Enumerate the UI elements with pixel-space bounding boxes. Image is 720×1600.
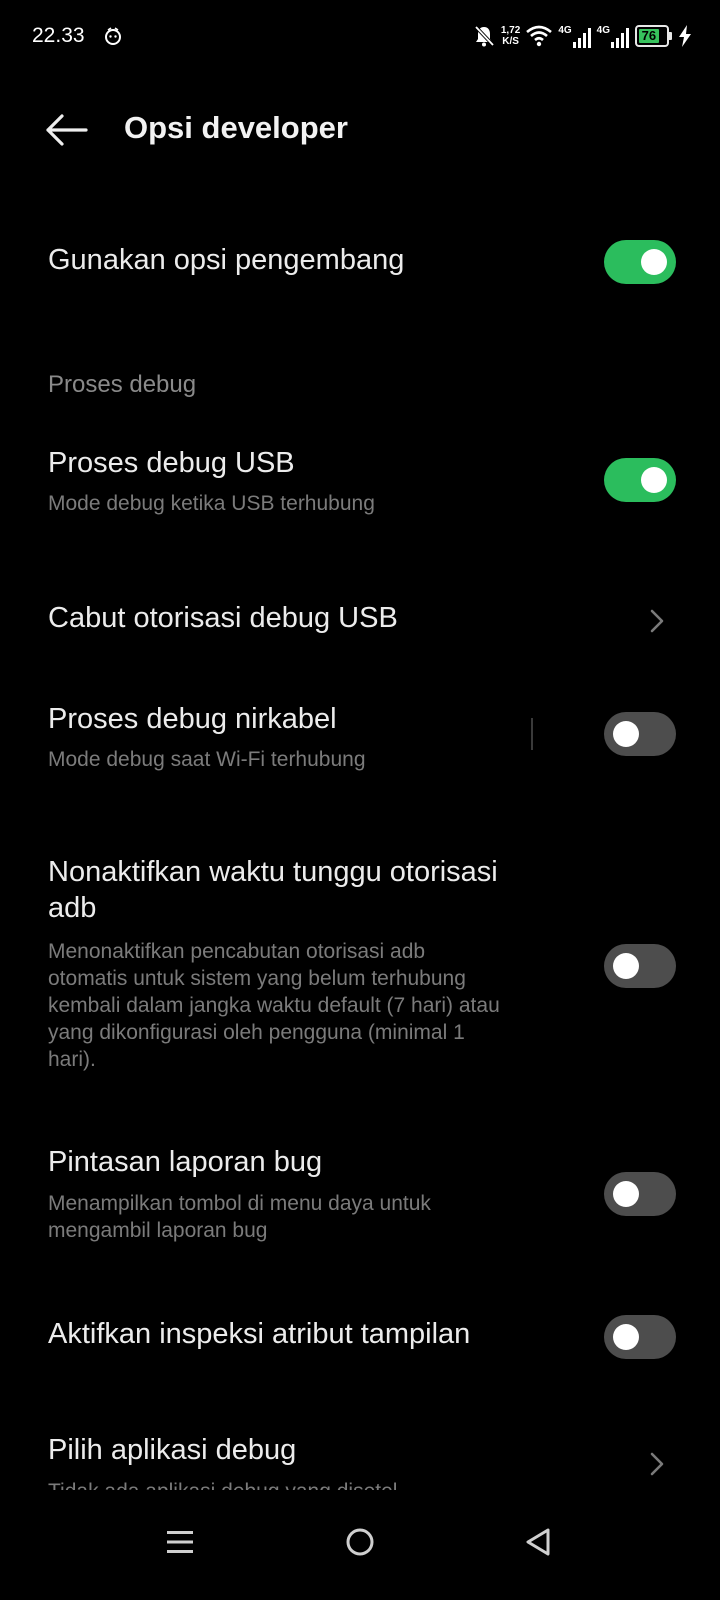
- network-type-2: 4G: [596, 24, 610, 36]
- toggle-knob: [641, 249, 667, 275]
- status-bar: 22.33 1,72 K/S 4G 4G 76: [0, 0, 720, 74]
- wireless-debugging-toggle[interactable]: [604, 712, 676, 756]
- setting-title: Aktifkan inspeksi atribut tampilan: [48, 1318, 471, 1350]
- signal-icon: [572, 27, 591, 48]
- battery-body: 76: [635, 25, 669, 47]
- setting-subtitle-line: hari).: [48, 1048, 96, 1071]
- signal-sim2: 4G: [597, 25, 629, 48]
- setting-adb-auth-timeout[interactable]: Nonaktifkan waktu tunggu otorisasi adb M…: [0, 854, 720, 1080]
- setting-title: Pintasan laporan bug: [48, 1146, 323, 1178]
- setting-select-debug-app[interactable]: Pilih aplikasi debug Tidak ada aplikasi …: [0, 1432, 720, 1492]
- recents-button[interactable]: [150, 1512, 210, 1572]
- nav-back-button[interactable]: [508, 1512, 568, 1572]
- setting-subtitle-line: Menampilkan tombol di menu daya untuk: [48, 1192, 431, 1215]
- toggle-knob: [613, 953, 639, 979]
- speed-value: 1,72: [500, 25, 521, 36]
- back-triangle-icon: [526, 1528, 550, 1556]
- page-title: Opsi developer: [124, 110, 348, 145]
- status-icons: 1,72 K/S 4G 4G 76: [473, 20, 692, 52]
- setting-title: Proses debug USB: [48, 447, 295, 479]
- speed-unit: K/S: [502, 36, 519, 47]
- section-label-debug: Proses debug: [48, 371, 197, 398]
- network-type-1: 4G: [558, 24, 572, 36]
- usb-debugging-toggle[interactable]: [604, 458, 676, 502]
- back-button[interactable]: [40, 104, 92, 156]
- battery-level: 76: [639, 29, 659, 43]
- setting-title-line-2: adb: [48, 892, 97, 924]
- setting-subtitle-line: Menonaktifkan pencabutan otorisasi adb: [48, 940, 426, 963]
- toggle-knob: [641, 467, 667, 493]
- battery-cap: [669, 32, 672, 40]
- mute-bell-icon: [474, 25, 495, 47]
- home-icon: [346, 1528, 374, 1556]
- home-button[interactable]: [330, 1512, 390, 1572]
- setting-title: Proses debug nirkabel: [48, 703, 337, 735]
- bug-report-toggle[interactable]: [604, 1172, 676, 1216]
- chevron-right-icon: [650, 1452, 664, 1476]
- setting-title: Gunakan opsi pengembang: [48, 244, 405, 276]
- setting-wireless-debugging[interactable]: Proses debug nirkabel Mode debug saat Wi…: [0, 700, 720, 790]
- toggle-knob: [613, 1324, 639, 1350]
- app-header: Opsi developer: [0, 96, 720, 164]
- setting-title-line-1: Nonaktifkan waktu tunggu otorisasi: [48, 856, 498, 888]
- battery-icon: 76: [635, 25, 672, 47]
- setting-developer-options[interactable]: Gunakan opsi pengembang: [0, 226, 720, 296]
- arrow-left-icon: [46, 114, 88, 146]
- chevron-right-icon: [650, 609, 664, 633]
- setting-view-attribute-inspection[interactable]: Aktifkan inspeksi atribut tampilan: [0, 1302, 720, 1372]
- setting-title: Cabut otorisasi debug USB: [48, 602, 398, 634]
- navigation-bar: [0, 1490, 720, 1600]
- vertical-divider: [531, 718, 533, 750]
- adb-timeout-toggle[interactable]: [604, 944, 676, 988]
- setting-subtitle-line: otomatis untuk sistem yang belum terhubu…: [48, 967, 466, 990]
- signal-sim1: 4G: [558, 24, 591, 48]
- view-attribute-toggle[interactable]: [604, 1315, 676, 1359]
- alarm-icon: [105, 27, 121, 45]
- charging-bolt-icon: [679, 25, 691, 47]
- setting-subtitle: Mode debug ketika USB terhubung: [48, 492, 375, 515]
- setting-subtitle-line: yang dikonfigurasi oleh pengguna (minima…: [48, 1021, 465, 1044]
- setting-subtitle: Mode debug saat Wi-Fi terhubung: [48, 748, 366, 771]
- setting-title: Pilih aplikasi debug: [48, 1434, 297, 1466]
- signal-icon: [611, 27, 629, 48]
- wifi-icon: [526, 25, 553, 47]
- toggle-knob: [613, 721, 639, 747]
- setting-subtitle-line: mengambil laporan bug: [48, 1219, 268, 1242]
- setting-subtitle-line: kembali dalam jangka waktu default (7 ha…: [48, 994, 500, 1017]
- setting-usb-debugging[interactable]: Proses debug USB Mode debug ketika USB t…: [0, 444, 720, 534]
- setting-revoke-usb-auth[interactable]: Cabut otorisasi debug USB: [0, 586, 720, 656]
- setting-bug-report-shortcut[interactable]: Pintasan laporan bug Menampilkan tombol …: [0, 1144, 720, 1244]
- status-time: 22.33: [32, 24, 85, 47]
- toggle-knob: [613, 1181, 639, 1207]
- developer-options-toggle[interactable]: [604, 240, 676, 284]
- menu-icon: [167, 1531, 193, 1553]
- network-speed: 1,72 K/S: [501, 25, 520, 47]
